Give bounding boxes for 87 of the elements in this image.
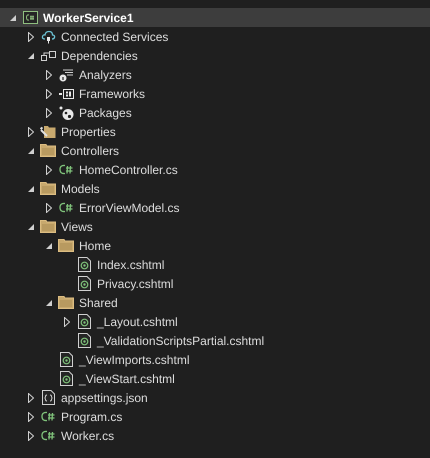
csharp-file-icon: [40, 411, 56, 422]
item-label: Models: [61, 182, 100, 196]
tree-item[interactable]: Worker.cs: [0, 426, 430, 445]
analyzers-icon: [58, 68, 74, 82]
razor-file-icon: [60, 352, 72, 367]
dependencies-icon: [40, 50, 56, 62]
expand-arrow-icon[interactable]: [46, 70, 52, 80]
tree-item[interactable]: WorkerService1: [0, 8, 430, 27]
wrench-folder-icon: [40, 124, 56, 138]
expand-arrow-icon[interactable]: [46, 202, 52, 212]
folder-icon: [40, 182, 56, 195]
item-label: Privacy.cshtml: [97, 276, 174, 290]
csharp-file-icon: [58, 164, 74, 175]
collapse-arrow-icon[interactable]: [10, 14, 16, 20]
item-label: Analyzers: [79, 68, 132, 82]
razor-file-icon: [78, 257, 90, 272]
item-label: Properties: [61, 124, 116, 138]
expand-arrow-icon[interactable]: [64, 316, 70, 326]
item-label: _ViewStart.cshtml: [79, 372, 175, 386]
tree-item[interactable]: Packages: [0, 103, 430, 122]
tree-item[interactable]: Index.cshtml: [0, 255, 430, 274]
expand-arrow-icon[interactable]: [28, 430, 34, 440]
tree-item[interactable]: _ValidationScriptsPartial.cshtml: [0, 331, 430, 350]
csharp-project-icon: [22, 11, 38, 24]
csharp-file-icon: [58, 202, 74, 213]
razor-file-icon: [78, 333, 90, 348]
tree-item[interactable]: Connected Services: [0, 27, 430, 46]
json-file-icon: [42, 390, 54, 405]
folder-icon: [58, 296, 74, 309]
tree-item[interactable]: Program.cs: [0, 407, 430, 426]
expand-arrow-icon[interactable]: [46, 88, 52, 98]
expand-arrow-icon[interactable]: [28, 392, 34, 402]
item-label: Shared: [79, 296, 118, 310]
tree-item[interactable]: Privacy.cshtml: [0, 274, 430, 293]
expand-arrow-icon[interactable]: [46, 108, 52, 118]
item-label: Program.cs: [61, 410, 122, 424]
tree-item[interactable]: _ViewImports.cshtml: [0, 350, 430, 369]
razor-file-icon: [78, 314, 90, 329]
expand-arrow-icon[interactable]: [28, 32, 34, 42]
tree-item[interactable]: Properties: [0, 122, 430, 141]
collapse-arrow-icon[interactable]: [28, 52, 34, 58]
folder-icon: [40, 144, 56, 157]
expand-arrow-icon[interactable]: [28, 412, 34, 422]
tree-item[interactable]: _Layout.cshtml: [0, 312, 430, 331]
tree-item[interactable]: HomeController.cs: [0, 160, 430, 179]
item-label: Connected Services: [61, 30, 168, 44]
tree-item[interactable]: Frameworks: [0, 84, 430, 103]
collapse-arrow-icon[interactable]: [28, 148, 34, 154]
packages-icon: [58, 106, 74, 120]
item-label: _Layout.cshtml: [97, 314, 178, 328]
tree-item[interactable]: Shared: [0, 293, 430, 312]
tree-item[interactable]: Dependencies: [0, 46, 430, 65]
item-label: Views: [61, 220, 93, 234]
collapse-arrow-icon[interactable]: [46, 242, 52, 248]
item-label: appsettings.json: [61, 390, 148, 404]
razor-file-icon: [78, 276, 90, 291]
item-label: Home: [79, 238, 112, 252]
expand-arrow-icon[interactable]: [28, 126, 34, 136]
collapse-arrow-icon[interactable]: [46, 300, 52, 306]
tree-item[interactable]: ErrorViewModel.cs: [0, 198, 430, 217]
item-label: Controllers: [61, 144, 120, 158]
tree-item[interactable]: Models: [0, 179, 430, 198]
folder-icon: [40, 220, 56, 233]
frameworks-icon: [58, 88, 74, 98]
tree-item[interactable]: Home: [0, 236, 430, 255]
folder-icon: [58, 239, 74, 252]
tree-item[interactable]: _ViewStart.cshtml: [0, 369, 430, 388]
item-label: Index.cshtml: [97, 258, 164, 272]
collapse-arrow-icon[interactable]: [28, 186, 34, 192]
tree-item[interactable]: Analyzers: [0, 65, 430, 84]
tree-item[interactable]: Controllers: [0, 141, 430, 160]
item-label: ErrorViewModel.cs: [79, 200, 180, 214]
item-label: WorkerService1: [43, 10, 134, 24]
item-label: _ValidationScriptsPartial.cshtml: [97, 334, 264, 348]
razor-file-icon: [60, 371, 72, 386]
item-label: HomeController.cs: [79, 162, 178, 176]
expand-arrow-icon[interactable]: [46, 164, 52, 174]
item-label: Frameworks: [79, 86, 146, 100]
tree-item[interactable]: appsettings.json: [0, 388, 430, 407]
item-label: Dependencies: [61, 48, 138, 62]
item-label: Packages: [79, 106, 132, 120]
csharp-file-icon: [40, 430, 56, 441]
cloud-plug-icon: [40, 30, 56, 44]
item-label: _ViewImports.cshtml: [79, 352, 190, 366]
item-label: Worker.cs: [61, 428, 114, 442]
collapse-arrow-icon[interactable]: [28, 224, 34, 230]
tree-item[interactable]: Views: [0, 217, 430, 236]
